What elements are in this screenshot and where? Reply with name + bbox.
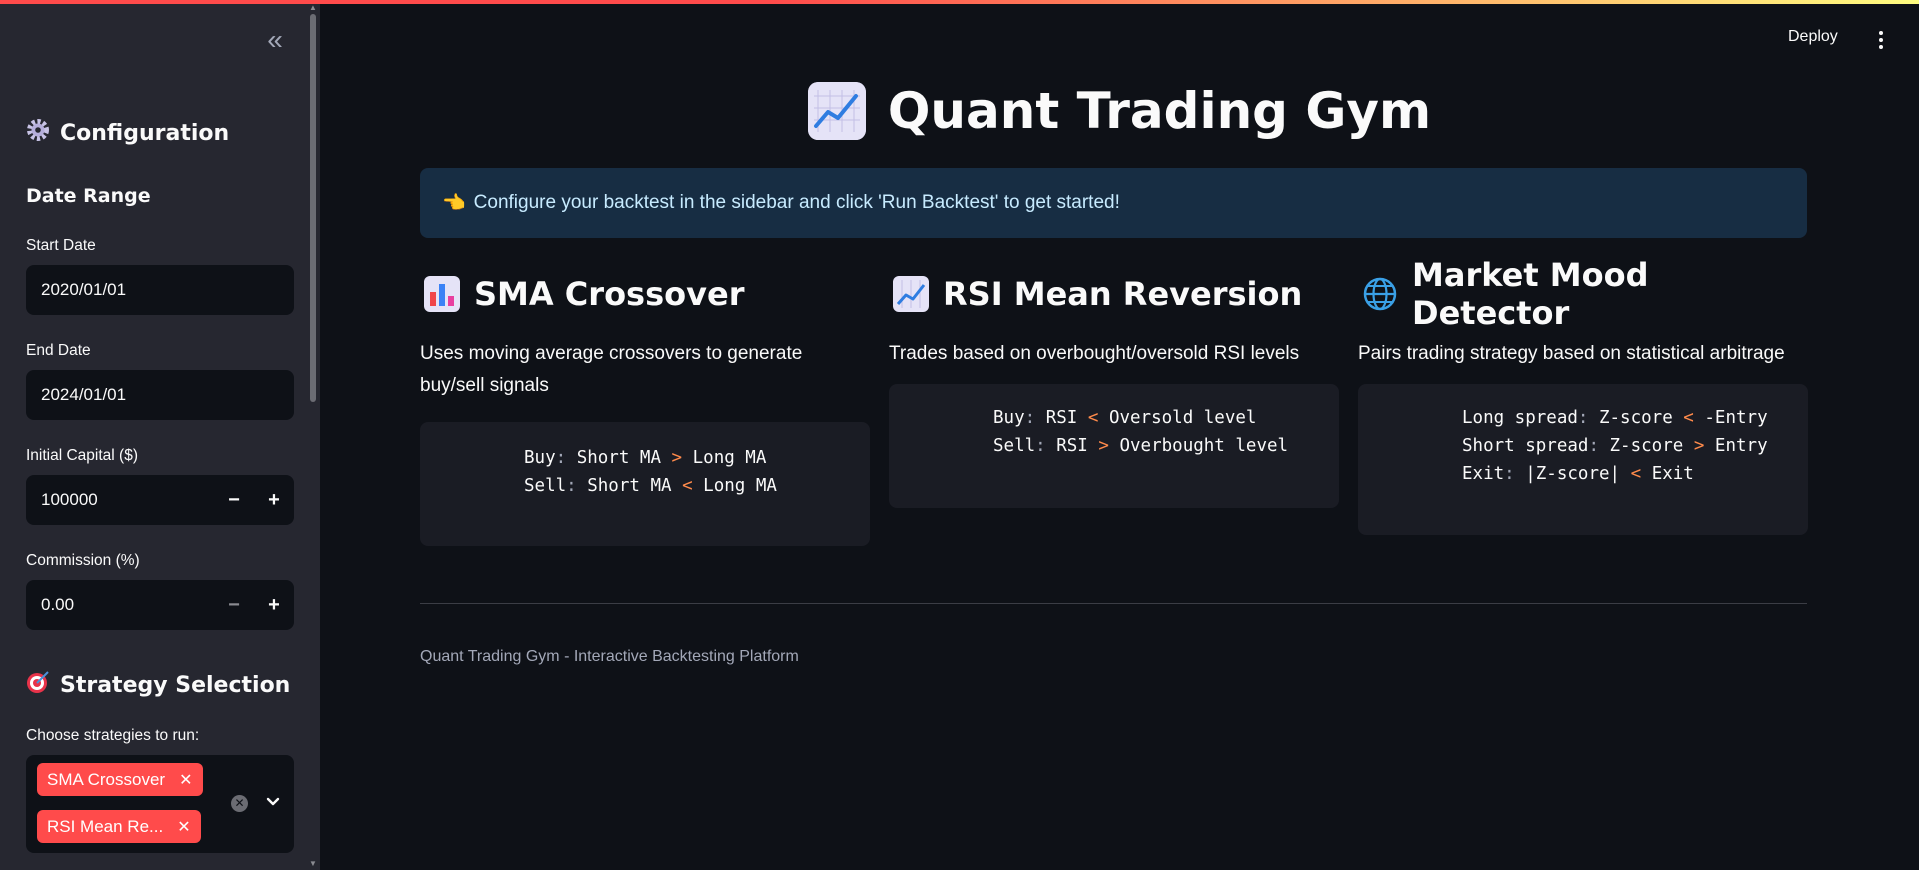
page-title-text: Quant Trading Gym xyxy=(887,82,1432,140)
increment-commission-button[interactable]: + xyxy=(254,580,294,630)
end-date-label: End Date xyxy=(26,342,91,359)
code-line: Short spread: Z-score > Entry xyxy=(1462,436,1768,456)
pointing-hand-icon: 👈 xyxy=(442,193,466,214)
bar-chart-icon xyxy=(424,276,460,312)
globe-icon xyxy=(1362,276,1398,312)
decrement-capital-button[interactable]: − xyxy=(214,475,254,525)
strategy-card-heading: Market Mood Detector xyxy=(1362,256,1808,332)
divider xyxy=(420,603,1807,604)
strategy-card-title: SMA Crossover xyxy=(474,275,745,313)
code-line: Sell: Short MA < Long MA xyxy=(524,476,777,496)
target-icon xyxy=(26,670,50,700)
clear-all-icon[interactable]: ✕ xyxy=(231,795,248,812)
initial-capital-value: 100000 xyxy=(41,490,98,509)
remove-tag-icon[interactable]: ✕ xyxy=(177,817,190,837)
strategy-tag-label: SMA Crossover xyxy=(47,769,166,789)
commission-label: Commission (%) xyxy=(26,552,140,569)
code-line: Buy: RSI < Oversold level xyxy=(993,408,1257,428)
initial-capital-label: Initial Capital ($) xyxy=(26,447,138,464)
code-line: Buy: Short MA > Long MA xyxy=(524,448,767,468)
collapse-sidebar-icon[interactable]: « xyxy=(260,26,290,56)
decrement-commission-button[interactable]: − xyxy=(214,580,254,630)
code-block: Long spread: Z-score < -Entry Short spre… xyxy=(1358,384,1808,535)
end-date-value: 2024/01/01 xyxy=(41,385,127,404)
chart-increasing-icon xyxy=(807,82,866,140)
strategy-card-heading: SMA Crossover xyxy=(424,270,870,318)
footer-text: Quant Trading Gym - Interactive Backtest… xyxy=(420,648,799,665)
strategy-card-market-mood: Market Mood Detector Pairs trading strat… xyxy=(1358,256,1808,535)
chart-increasing-icon xyxy=(893,276,929,312)
page-title: Quant Trading Gym xyxy=(0,82,1919,140)
more-options-icon[interactable] xyxy=(1872,28,1890,52)
strategy-card-heading: RSI Mean Reversion xyxy=(893,270,1339,318)
scroll-up-icon[interactable]: ▲ xyxy=(309,4,317,12)
end-date-input[interactable]: 2024/01/01 xyxy=(26,370,294,420)
code-line: Sell: RSI > Overbought level xyxy=(993,436,1289,456)
increment-capital-button[interactable]: + xyxy=(254,475,294,525)
start-date-value: 2020/01/01 xyxy=(41,280,127,299)
strategy-tag: RSI Mean Re... ✕ xyxy=(37,810,201,843)
date-range-heading: Date Range xyxy=(26,185,151,207)
strategy-tag: SMA Crossover ✕ xyxy=(37,763,203,796)
info-banner: 👈 Configure your backtest in the sidebar… xyxy=(420,168,1807,238)
strategy-selection-title: Strategy Selection xyxy=(60,672,291,698)
strategy-selection-heading: Strategy Selection xyxy=(26,670,290,700)
top-decoration-bar xyxy=(0,0,1919,4)
scroll-thumb[interactable] xyxy=(310,14,316,402)
code-block: Buy: Short MA > Long MA Sell: Short MA <… xyxy=(420,422,870,546)
commission-input[interactable]: 0.00 − + xyxy=(26,580,294,630)
strategies-label: Choose strategies to run: xyxy=(26,727,200,744)
code-line: Long spread: Z-score < -Entry xyxy=(1462,408,1768,428)
deploy-button[interactable]: Deploy xyxy=(1788,28,1838,46)
strategy-card-title: Market Mood Detector xyxy=(1412,256,1649,332)
strategy-multiselect[interactable]: SMA Crossover ✕ RSI Mean Re... ✕ ✕ xyxy=(26,755,294,853)
start-date-input[interactable]: 2020/01/01 xyxy=(26,265,294,315)
start-date-label: Start Date xyxy=(26,237,96,254)
code-block: Buy: RSI < Oversold level Sell: RSI > Ov… xyxy=(889,384,1339,508)
strategy-card-description: Trades based on overbought/oversold RSI … xyxy=(889,343,1300,364)
chevron-down-icon[interactable] xyxy=(261,789,285,813)
strategy-card-title: RSI Mean Reversion xyxy=(943,275,1303,313)
initial-capital-input[interactable]: 100000 − + xyxy=(26,475,294,525)
code-line: Exit: |Z-score| < Exit xyxy=(1462,464,1694,484)
strategy-card-description: Uses moving average crossovers to genera… xyxy=(420,343,803,396)
strategy-card-description: Pairs trading strategy based on statisti… xyxy=(1358,343,1785,364)
commission-value: 0.00 xyxy=(41,595,75,614)
strategy-tag-label: RSI Mean Re... xyxy=(47,816,164,836)
scroll-down-icon[interactable]: ▼ xyxy=(309,860,317,868)
strategy-card-sma: SMA Crossover Uses moving average crosso… xyxy=(420,270,870,546)
info-banner-text: Configure your backtest in the sidebar a… xyxy=(473,192,1120,213)
remove-tag-icon[interactable]: ✕ xyxy=(179,770,192,790)
strategy-card-rsi: RSI Mean Reversion Trades based on overb… xyxy=(889,270,1339,508)
